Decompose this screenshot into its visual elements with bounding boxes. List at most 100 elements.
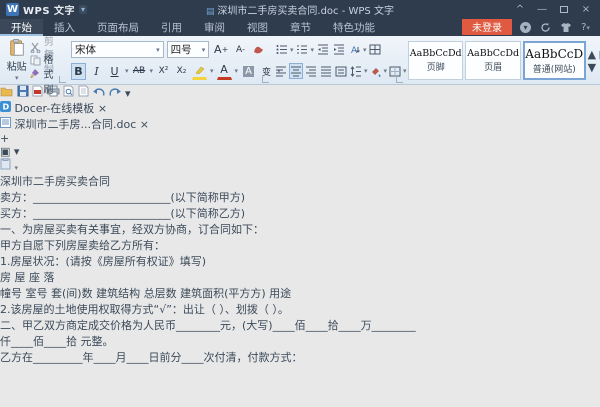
download-circle-icon[interactable]: ▾ — [519, 21, 532, 34]
styles-scroll[interactable]: ▲ ▶ ▼ — [588, 48, 600, 74]
style-footer[interactable]: AaBbCcDd 页脚 — [408, 41, 463, 80]
font-size-select[interactable]: 四号▾ — [167, 41, 210, 58]
app-logo[interactable]: W WPS 文字 ▾ — [0, 2, 93, 17]
login-button[interactable]: 未登录 — [462, 18, 512, 35]
align-left-icon[interactable] — [274, 63, 288, 79]
chevron-down-icon: ▾ — [15, 74, 19, 82]
chevron-up-icon[interactable]: ▲ — [588, 48, 596, 61]
minimize-button[interactable]: — — [532, 2, 552, 17]
chevron-down-icon[interactable]: ▾ — [210, 67, 214, 75]
help-icon[interactable]: ?▾ — [579, 21, 592, 34]
tab-list-icon[interactable]: ▣ — [0, 145, 10, 158]
close-icon[interactable]: × — [140, 118, 149, 131]
tab-options-icon[interactable]: ▾ — [14, 145, 20, 158]
paste-button[interactable]: 粘贴 ▾ — [4, 39, 29, 82]
paragraph-dialog-launcher[interactable] — [396, 76, 403, 83]
tab-review[interactable]: 审阅 — [193, 19, 236, 36]
align-center-icon[interactable] — [289, 63, 303, 79]
distribute-icon[interactable] — [334, 63, 348, 79]
style-normal-web[interactable]: AaBbCcD 普通(网站) — [523, 41, 586, 80]
format-painter-button[interactable]: 格式刷 — [29, 67, 63, 80]
redo-icon[interactable] — [109, 87, 122, 100]
clear-format-icon[interactable] — [251, 41, 266, 58]
tab-home[interactable]: 开始 — [0, 19, 43, 36]
font-group: 宋体▾ 四号▾ A+ A- B I U ▾ AB ▾ X² X₂ ▾ A — [67, 36, 270, 84]
print-preview-icon[interactable] — [63, 87, 74, 100]
style-header[interactable]: AaBbCcDd 页眉 — [465, 41, 520, 80]
chevron-down-icon[interactable]: ▾ — [235, 67, 239, 75]
doc-line: 卖方：_________________________(以下简称甲方) — [0, 189, 600, 205]
ribbon: 粘贴 ▾ 剪切 复制 格式刷 宋体▾ 四号▾ — [0, 36, 600, 85]
styles-group: AaBbCcDd 页脚 AaBbCcDd 页眉 AaBbCcD 普通(网站) ▲… — [404, 36, 600, 84]
document-page[interactable]: ▾ 深圳市二手房买卖合同 卖方：________________________… — [0, 158, 600, 365]
subscript-button[interactable]: X₂ — [174, 63, 189, 80]
tab-special-features[interactable]: 特色功能 — [322, 19, 386, 36]
tab-references[interactable]: 引用 — [150, 19, 193, 36]
superscript-button[interactable]: X² — [156, 63, 171, 80]
svg-text:D: D — [3, 103, 10, 112]
skin-icon[interactable] — [559, 21, 572, 34]
shading-icon[interactable] — [369, 63, 383, 79]
paragraph-group: ▾ ▾ A ▾ ▾ ▾ ▾ — [270, 36, 404, 84]
chevron-down-icon[interactable]: ▼ — [588, 61, 596, 74]
table-grid-icon[interactable] — [368, 42, 383, 58]
chevron-down-icon[interactable]: ▾ — [125, 67, 129, 75]
page-setup-icon[interactable] — [78, 87, 89, 100]
chevron-down-icon[interactable]: ▾ — [150, 67, 154, 75]
highlight-button[interactable] — [192, 63, 207, 80]
collapse-ribbon-button[interactable]: ^ — [510, 2, 530, 17]
tab-section[interactable]: 章节 — [279, 19, 322, 36]
justify-icon[interactable] — [319, 63, 333, 79]
doc-line: 乙方在_________年____月____日前分____次付清，付款方式： — [0, 349, 600, 365]
char-shading-button[interactable]: A — [241, 63, 256, 80]
underline-button[interactable]: U — [107, 63, 122, 80]
text-tool-icon[interactable]: A — [347, 42, 362, 58]
tab-page-layout[interactable]: 页面布局 — [86, 19, 150, 36]
tab-docer-templates[interactable]: D Docer-在线模板 × — [0, 100, 600, 116]
docer-icon: D — [0, 102, 11, 115]
doc-line: 1.房屋状况：(请按《房屋所有权证》填写) — [0, 253, 600, 269]
tab-current-document[interactable]: 深圳市二手房...合同.doc × — [0, 116, 600, 132]
bold-button[interactable]: B — [71, 63, 86, 80]
chevron-down-icon[interactable]: ▾ — [364, 67, 368, 75]
chevron-down-icon[interactable]: ▾ — [363, 46, 367, 54]
doc-line: 2.该房屋的土地使用权取得方式“√”：出让（ ）、划拨（ ）。 — [0, 301, 600, 317]
maximize-icon — [560, 6, 568, 13]
grow-font-button[interactable]: A+ — [212, 41, 230, 58]
align-right-icon[interactable] — [304, 63, 318, 79]
decrease-indent-icon[interactable] — [315, 42, 330, 58]
bullet-list-icon[interactable] — [274, 42, 289, 58]
paste-options-icon[interactable]: ▾ — [0, 160, 18, 173]
save-icon[interactable] — [17, 87, 29, 100]
font-color-button[interactable]: A — [217, 63, 232, 80]
toolbar-options-icon[interactable]: ▾ — [125, 87, 131, 100]
increase-indent-icon[interactable] — [331, 42, 346, 58]
new-tab-button[interactable]: + — [0, 132, 600, 145]
close-button[interactable]: × — [576, 2, 596, 17]
maximize-button[interactable] — [554, 2, 574, 17]
chevron-down-icon[interactable]: ▾ — [311, 46, 315, 54]
close-icon[interactable]: × — [98, 102, 107, 115]
export-pdf-icon[interactable] — [32, 87, 43, 100]
doc-line: 甲方自愿下列房屋卖给乙方所有： — [0, 237, 600, 253]
doc-line: 仟____佰____拾 元整。 — [0, 333, 600, 349]
doc-line: 买方：_________________________(以下简称乙方) — [0, 205, 600, 221]
chevron-down-icon[interactable]: ▾ — [384, 67, 388, 75]
open-folder-icon[interactable] — [0, 87, 13, 100]
shrink-font-button[interactable]: A- — [233, 41, 248, 58]
numbered-list-icon[interactable] — [295, 42, 310, 58]
font-family-select[interactable]: 宋体▾ — [71, 41, 164, 58]
undo-icon[interactable] — [92, 87, 105, 100]
line-spacing-icon[interactable] — [349, 63, 363, 79]
font-dialog-launcher[interactable] — [262, 76, 269, 83]
tab-view[interactable]: 视图 — [236, 19, 279, 36]
chevron-down-icon[interactable]: ▾ — [290, 46, 294, 54]
clipboard-dialog-launcher[interactable] — [59, 76, 66, 83]
refresh-icon[interactable] — [539, 21, 552, 34]
doc-line: 二、甲乙双方商定成交价格为人民币________元，(大写)____佰____拾… — [0, 317, 600, 333]
italic-button[interactable]: I — [89, 63, 104, 80]
toolbar-tab-row: ▾ D Docer-在线模板 × 深圳市二手房...合同.doc × + ▣ ▾ — [0, 85, 600, 158]
doc-line: 一、为房屋买卖有关事宜，经双方协商，订合同如下： — [0, 221, 600, 237]
strikethrough-button[interactable]: AB — [132, 63, 147, 80]
chevron-down-icon[interactable]: ▾ — [79, 5, 87, 14]
